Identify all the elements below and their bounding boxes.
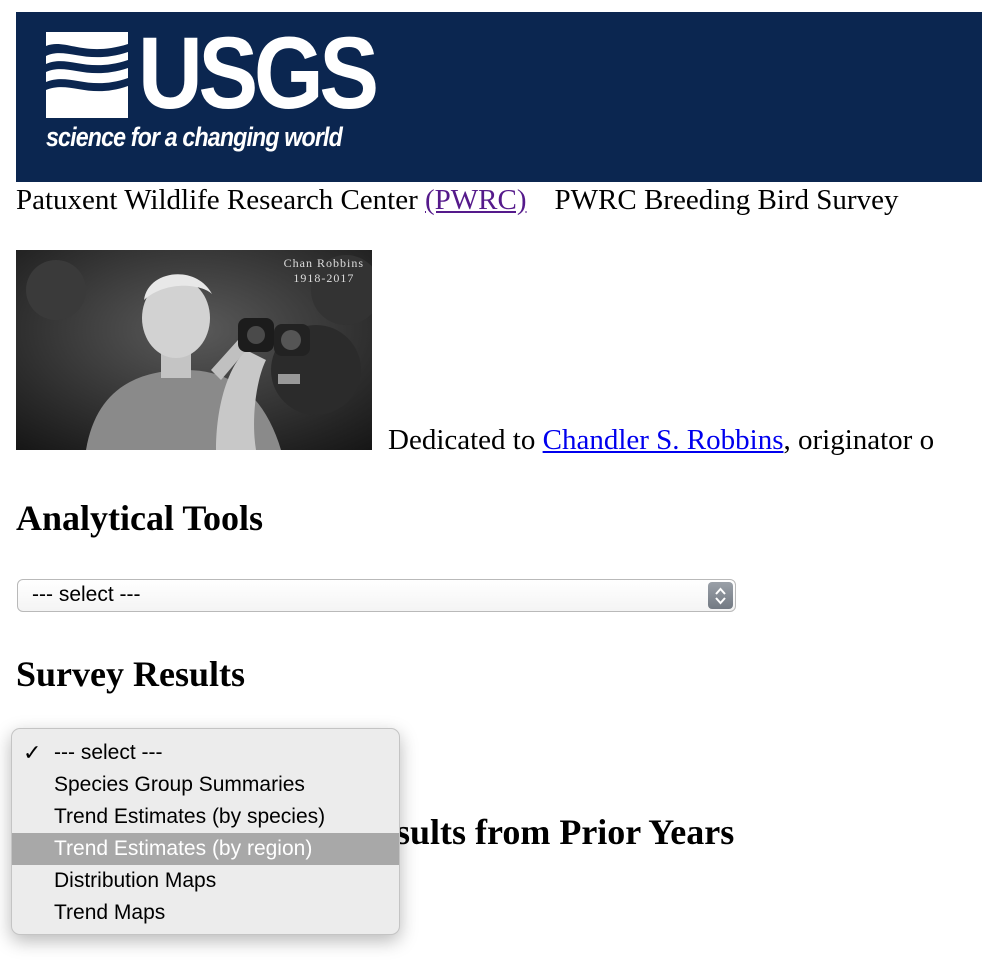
center-name: Patuxent Wildlife Research Center (16, 184, 418, 216)
select-value: --- select --- (32, 583, 141, 606)
option-label: Species Group Summaries (54, 773, 305, 796)
dropdown-option-highlighted[interactable]: Trend Estimates (by region) (12, 833, 399, 865)
bbs-title: PWRC Breeding Bird Survey (554, 184, 899, 216)
dropdown-option[interactable]: Species Group Summaries (12, 769, 399, 801)
option-label: --- select --- (54, 741, 163, 764)
usgs-logo-word: USGS (138, 16, 379, 130)
option-label: Trend Estimates (by species) (54, 805, 326, 828)
select-stepper-icon (708, 582, 733, 609)
dropdown-option[interactable]: Trend Maps (12, 897, 399, 929)
analytical-tools-select[interactable]: --- select --- (17, 579, 736, 612)
dropdown-option[interactable]: Trend Estimates (by species) (12, 801, 399, 833)
survey-results-heading: Survey Results (16, 654, 246, 694)
caption-name: Chan Robbins (283, 256, 364, 270)
usgs-logo-tagline: science for a changing world (46, 122, 343, 152)
dropdown-option[interactable]: Distribution Maps (12, 865, 399, 897)
dedication-text: Dedicated to Chandler S. Robbins, origin… (388, 423, 934, 457)
dedication-suffix: , originator o (783, 424, 935, 456)
dropdown-option[interactable]: ✓ --- select --- (12, 737, 399, 769)
chandler-robbins-link[interactable]: Chandler S. Robbins (543, 424, 784, 456)
option-label: Trend Maps (54, 901, 166, 924)
option-label: Trend Estimates (by region) (54, 837, 313, 860)
prior-years-visible-text: sults from Prior Years (396, 812, 735, 852)
chan-robbins-photo: Chan Robbins 1918-2017 (16, 250, 372, 450)
survey-results-dropdown[interactable]: ✓ --- select --- Species Group Summaries… (11, 728, 400, 935)
pwrc-link[interactable]: (PWRC) (425, 184, 527, 216)
checkmark-icon: ✓ (23, 740, 42, 765)
caption-years: 1918-2017 (293, 271, 355, 285)
usgs-wave-logo-icon (46, 32, 128, 118)
usgs-logo[interactable]: USGS science for a changing world (46, 22, 386, 170)
usgs-banner: USGS science for a changing world (16, 12, 982, 182)
photo-caption: Chan Robbins 1918-2017 (284, 256, 364, 286)
site-nav-line: Patuxent Wildlife Research Center (PWRC)… (16, 183, 898, 217)
option-label: Distribution Maps (54, 869, 217, 892)
analytical-tools-heading: Analytical Tools (16, 498, 264, 538)
dedication-prefix: Dedicated to (388, 424, 536, 456)
